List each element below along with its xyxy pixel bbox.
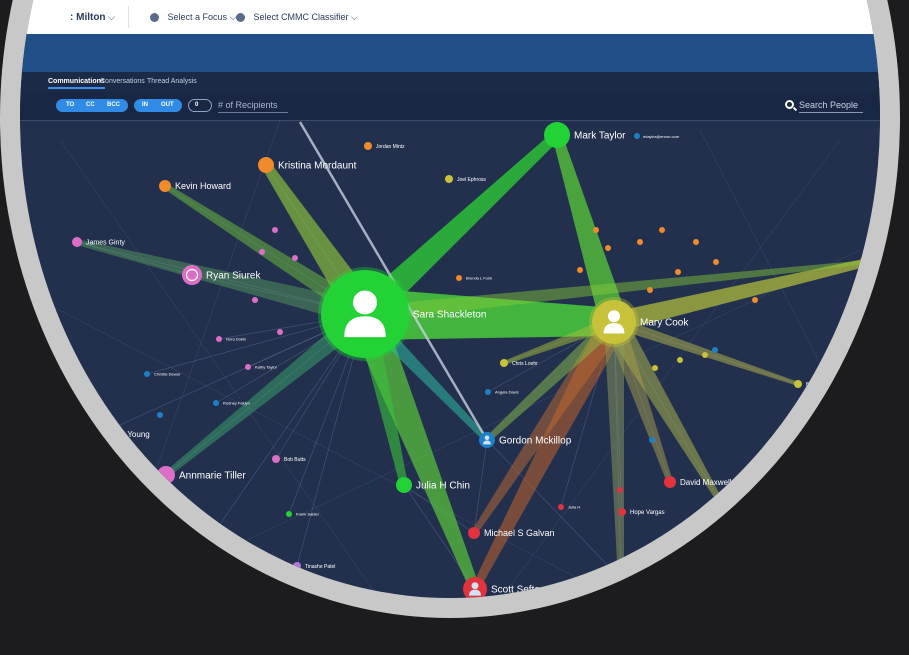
graph-node-dot	[259, 249, 265, 255]
node-julia-h[interactable]	[558, 504, 564, 510]
graph-node-dot	[677, 357, 683, 363]
node-label: Joel Ephross	[457, 177, 486, 183]
node-frank-sabler[interactable]	[286, 511, 292, 517]
graph-node-dot	[675, 269, 681, 275]
node-kathy-taylor[interactable]	[245, 364, 251, 370]
graph-node-dot	[693, 239, 699, 245]
node-chris-loehr[interactable]	[500, 359, 508, 367]
graph-edge	[110, 119, 281, 598]
node-label: Michael S Galvan	[484, 528, 555, 538]
graph-node-dot	[272, 227, 278, 233]
node-label: Jordan Mintz	[376, 144, 405, 150]
node-rodney-faldyn[interactable]	[213, 400, 219, 406]
node-label: Kathy Taylor	[255, 364, 278, 369]
graph-node-dot	[157, 412, 163, 418]
node-label: Mary Cook	[640, 318, 689, 329]
node-label: Andy Young	[107, 430, 150, 439]
graph-node-dot	[712, 347, 718, 353]
node-label: Annmarie Tiller	[179, 471, 246, 482]
graph-node-dot	[647, 287, 653, 293]
node-brenda-l-funk[interactable]	[456, 275, 462, 281]
graph-node-dot	[277, 329, 283, 335]
node-nora-dobin[interactable]	[216, 336, 222, 342]
graph-node-dot	[659, 227, 665, 233]
node-label: Kevin Howard	[175, 181, 231, 191]
node-label: Rodney Faldyn	[223, 400, 250, 405]
node-label: Mark Taylor	[574, 131, 626, 142]
node-label: Julia	[635, 575, 656, 586]
node-label: Bob Butts	[284, 457, 306, 463]
graph-edge	[699, 129, 880, 481]
magnifier-lens: : Milton ⌵ Select a Focus ⌵ Select CMMC …	[20, 0, 880, 598]
graph-node-dot	[577, 267, 583, 273]
node-label: Sara Shackleton	[413, 310, 486, 321]
node-kevin-howard[interactable]	[159, 180, 171, 192]
node-andy-young[interactable]	[97, 431, 103, 437]
node-label: Ryan Siurek	[206, 271, 261, 282]
graph-edge	[486, 439, 622, 580]
person-icon	[352, 290, 378, 315]
graph-edge	[59, 139, 379, 598]
graph-node-dot	[860, 254, 876, 270]
node-bob-butts[interactable]	[272, 455, 280, 463]
node-label: Hope Vargas	[630, 510, 665, 516]
graph-node-dot	[649, 437, 655, 443]
node-brian-scha[interactable]	[716, 497, 724, 505]
node-label: Tinashe Patel	[305, 564, 335, 570]
graph-node-dot	[652, 365, 658, 371]
node-label: Frank Sabler	[296, 511, 320, 516]
graph-edge-mary-julia	[604, 321, 624, 580]
node-michael-s-galvan[interactable]	[468, 527, 480, 539]
node-label: James Ginty	[86, 239, 125, 246]
graph-node-dot	[637, 239, 643, 245]
node-label: Barton Clark	[806, 382, 834, 388]
node-label: Christie Dewar	[154, 371, 181, 376]
node-annmarie-tiller[interactable]	[157, 466, 175, 484]
node-mark-taylor[interactable]	[544, 122, 570, 148]
node-joel-ephross[interactable]	[445, 175, 453, 183]
node-david-maxwell[interactable]	[664, 476, 676, 488]
node-label: Brian Scha	[728, 499, 753, 505]
graph-node-dot	[713, 259, 719, 265]
app-screen: : Milton ⌵ Select a Focus ⌵ Select CMMC …	[20, 0, 880, 598]
person-icon	[471, 582, 479, 590]
node-vasconcellos[interactable]	[203, 544, 207, 548]
graph-node-dot	[593, 227, 599, 233]
graph-node-dot	[702, 352, 708, 358]
node-label: Julia H	[568, 504, 580, 509]
node-barton-clark[interactable]	[794, 380, 802, 388]
email-dot	[634, 133, 640, 139]
graph-node-dot	[252, 297, 258, 303]
node-label: Chris Loehr	[512, 361, 538, 367]
node-label: Scott Sefton	[491, 585, 545, 596]
graph-node-dot	[292, 255, 298, 261]
node-tinashe-patel[interactable]	[293, 562, 301, 570]
node-hope-vargas[interactable]	[618, 508, 626, 516]
node-label: Nora Dobin	[226, 336, 246, 341]
node-angela-davis[interactable]	[485, 389, 491, 395]
graph-node-dot	[605, 245, 611, 251]
node-label: David Maxwell	[680, 478, 732, 487]
graph-node-dot	[752, 297, 758, 303]
person-icon	[484, 435, 490, 441]
node-email: mtaylor@enron.com	[643, 134, 680, 139]
node-label: Brenda L Funk	[466, 275, 492, 280]
person-icon	[618, 573, 624, 580]
node-label: Gordon Mckillop	[499, 436, 572, 447]
node-label: Julia H Chin	[416, 481, 470, 492]
node-ryan-siurek[interactable]	[182, 265, 202, 285]
node-kristina-mordaunt[interactable]	[258, 157, 274, 173]
node-label: Kristina Mordaunt	[278, 161, 357, 172]
screenshot-stage: : Milton ⌵ Select a Focus ⌵ Select CMMC …	[0, 0, 909, 655]
node-julia-h-chin[interactable]	[396, 477, 412, 493]
node-christie-dewar[interactable]	[144, 371, 150, 377]
node-james-ginty[interactable]	[72, 237, 82, 247]
graph-node-dot	[617, 487, 623, 493]
node-jordan-mintz[interactable]	[364, 142, 372, 150]
node-label: Angela Davis	[495, 389, 519, 394]
network-graph: Sara Shackleton Mary Cook Mark Taylor mtayl…	[39, 119, 880, 598]
graph-edge	[99, 433, 167, 476]
person-icon	[607, 310, 621, 323]
node-label: Vasconcellos	[211, 543, 252, 550]
